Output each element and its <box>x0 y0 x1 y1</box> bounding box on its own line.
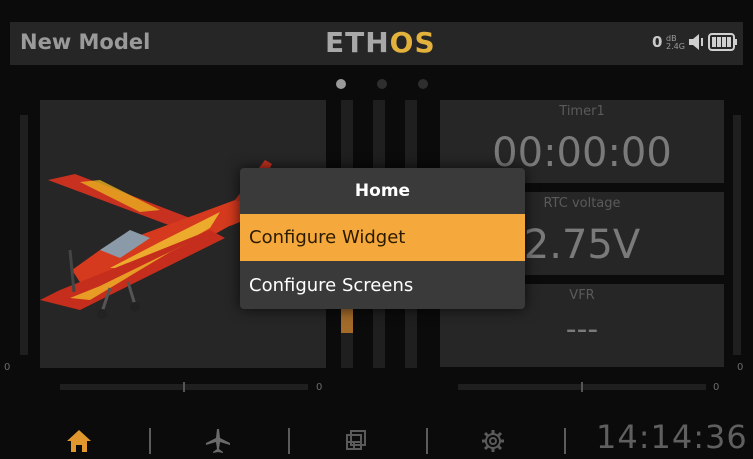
rssi-unit: dB 2.4G <box>666 35 685 51</box>
left-horizontal-trim-center <box>183 382 185 392</box>
speaker-icon[interactable] <box>688 32 704 52</box>
left-vertical-trim-value: 0 <box>4 362 11 373</box>
gear-icon[interactable] <box>478 426 508 456</box>
dialog-title: Home <box>354 181 411 201</box>
page-dot-1[interactable] <box>336 79 346 89</box>
timer-label: Timer1 <box>559 104 605 119</box>
airplane-icon[interactable] <box>203 426 233 456</box>
right-horizontal-trim-value: 0 <box>713 382 720 393</box>
system-clock: 14:14:36 <box>596 418 748 456</box>
right-horizontal-trim-center <box>581 382 583 392</box>
rssi-value: 0 <box>652 33 663 51</box>
bottom-nav-bar: 14:14:36 <box>0 408 753 459</box>
menu-item-configure-screens[interactable]: Configure Screens <box>240 262 525 309</box>
vfr-value: --- <box>565 312 599 347</box>
top-bar: New Model ETHOS 0 dB 2.4G <box>0 0 753 70</box>
center-slider-left-fill <box>341 305 353 333</box>
left-vertical-trim[interactable] <box>20 115 28 355</box>
nav-separator <box>426 428 428 454</box>
logo-text: ETH <box>325 26 390 59</box>
left-horizontal-trim-value: 0 <box>316 382 323 393</box>
radio-screen: New Model ETHOS 0 dB 2.4G 0 Timer1 00:00… <box>0 0 753 459</box>
ethos-logo: ETHOS <box>325 26 436 59</box>
nav-separator <box>149 428 151 454</box>
screens-icon[interactable] <box>340 426 370 456</box>
battery-icon <box>708 33 737 51</box>
home-icon[interactable] <box>64 426 94 456</box>
right-vertical-trim[interactable] <box>733 115 741 355</box>
logo-accent-text: OS <box>389 26 436 59</box>
nav-separator <box>288 428 290 454</box>
page-dot-3[interactable] <box>418 79 428 89</box>
rssi-band: 2.4G <box>666 42 685 51</box>
page-dot-2[interactable] <box>377 79 387 89</box>
home-menu-dialog: Home Configure Widget Configure Screens <box>240 168 525 309</box>
menu-item-configure-widget[interactable]: Configure Widget <box>240 214 525 261</box>
right-vertical-trim-value: 0 <box>737 362 744 373</box>
model-name[interactable]: New Model <box>20 30 150 54</box>
nav-separator <box>564 428 566 454</box>
